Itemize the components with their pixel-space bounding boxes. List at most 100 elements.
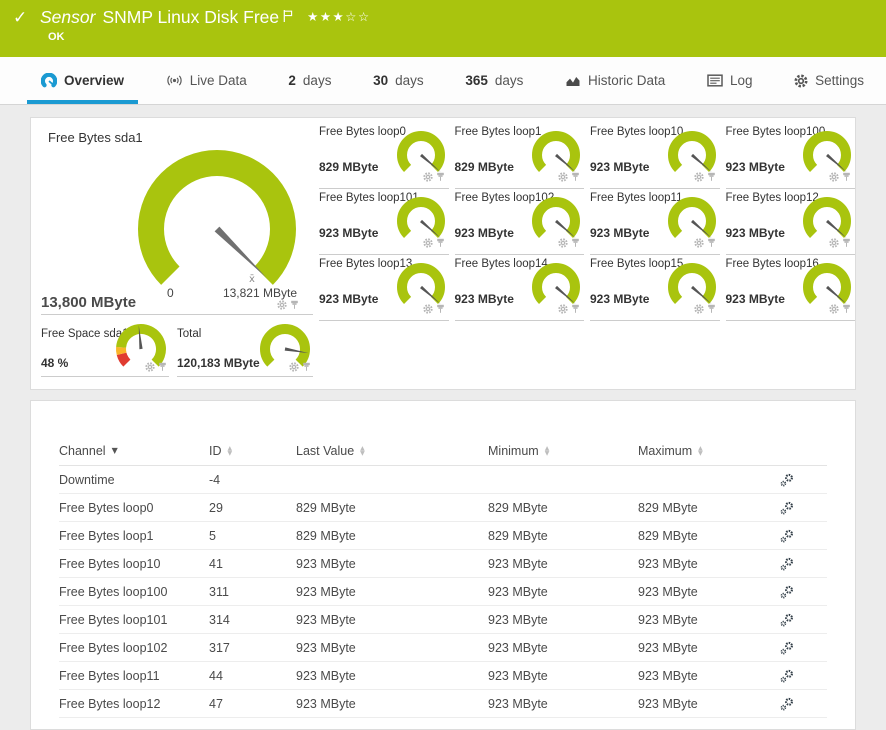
gauge-cell-icons (423, 304, 445, 314)
cell-channel[interactable]: Free Bytes loop100 (59, 585, 209, 599)
gauge-pin-icon[interactable] (436, 238, 445, 248)
sort-desc-icon: ▼ (112, 446, 118, 455)
column-header-channel[interactable]: Channel▼ (59, 444, 209, 458)
gauge-settings-icon[interactable] (289, 362, 299, 372)
channel-row: Free Bytes loop101 314 923 MByte 923 MBy… (59, 606, 827, 634)
primary-gauge-cell: Free Bytes sda1 x̄ 0 13,821 MByte 13,800… (41, 126, 313, 315)
tab-label: days (495, 73, 524, 88)
gauge-settings-icon[interactable] (829, 238, 839, 248)
channel-settings-icon[interactable] (780, 473, 827, 487)
column-label: Last Value (296, 444, 354, 458)
gauge-value: 923 MByte (455, 292, 514, 306)
gauge-pin-icon[interactable] (707, 238, 716, 248)
gauge-pin-icon[interactable] (571, 238, 580, 248)
column-header-minimum[interactable]: Minimum▲▼ (488, 444, 638, 458)
tab-live-data[interactable]: Live Data (152, 57, 261, 104)
gauge-settings-icon[interactable] (558, 238, 568, 248)
tab-log[interactable]: Log (693, 57, 767, 104)
gauge-cell: Free Bytes loop14 923 MByte (455, 255, 585, 321)
gauge-pin-icon[interactable] (436, 172, 445, 182)
gauge-value: 829 MByte (319, 160, 378, 174)
gauge-pin-icon[interactable] (842, 172, 851, 182)
tab-30-days[interactable]: 30days (359, 57, 438, 104)
cell-channel[interactable]: Free Bytes loop101 (59, 613, 209, 627)
priority-stars[interactable]: ★★★☆☆ (307, 9, 371, 24)
cell-id: 317 (209, 641, 296, 655)
column-label: ID (209, 444, 222, 458)
gauge-cell-icons (558, 172, 580, 182)
gauge-pin-icon[interactable] (302, 362, 311, 372)
gauge-cell: Free Space sda1 48 % (41, 328, 169, 377)
gauge-settings-icon[interactable] (829, 172, 839, 182)
gauge-value: 13,800 MByte (41, 294, 136, 311)
status-ok-check-icon: ✓ (13, 8, 27, 28)
cell-channel[interactable]: Free Bytes loop10 (59, 557, 209, 571)
cell-last-value: 923 MByte (296, 557, 488, 571)
tab-settings[interactable]: Settings (780, 57, 878, 104)
gauge-title: Free Bytes sda1 (48, 130, 143, 145)
channel-settings-icon[interactable] (780, 641, 827, 655)
gauge-cell: Free Bytes loop11 923 MByte (590, 189, 720, 255)
cell-last-value: 923 MByte (296, 669, 488, 683)
gauge-pin-icon[interactable] (842, 304, 851, 314)
gauge-value: 923 MByte (319, 292, 378, 306)
gauge-settings-icon[interactable] (558, 304, 568, 314)
gauge-cell-icons (829, 172, 851, 182)
tab-2-days[interactable]: 2days (274, 57, 345, 104)
gauge-settings-icon[interactable] (145, 362, 155, 372)
gauge-pin-icon[interactable] (290, 300, 299, 310)
gauge-pin-icon[interactable] (842, 238, 851, 248)
gauge-settings-icon[interactable] (694, 304, 704, 314)
cell-id: 5 (209, 529, 296, 543)
gauge-settings-icon[interactable] (423, 304, 433, 314)
tab-bar: OverviewLive Data2days30days365daysHisto… (0, 57, 886, 105)
channel-settings-icon[interactable] (780, 697, 827, 711)
channel-settings-icon[interactable] (780, 501, 827, 515)
tab-overview[interactable]: Overview (27, 57, 138, 104)
sensor-title: SNMP Linux Disk Free (102, 7, 279, 28)
sensor-header: ✓ Sensor SNMP Linux Disk Free ★★★☆☆ OK (0, 0, 886, 57)
gauge-pin-icon[interactable] (571, 172, 580, 182)
gauge-settings-icon[interactable] (277, 300, 287, 310)
column-header-last-value[interactable]: Last Value ▲▼ (296, 444, 488, 458)
cell-last-value: 923 MByte (296, 641, 488, 655)
channel-settings-icon[interactable] (780, 557, 827, 571)
gauge-pin-icon[interactable] (158, 362, 167, 372)
gauge-scale-max: 13,821 MByte (223, 286, 297, 300)
gauge-settings-icon[interactable] (423, 172, 433, 182)
gauge-pin-icon[interactable] (707, 172, 716, 182)
gauge-settings-icon[interactable] (829, 304, 839, 314)
channel-settings-icon[interactable] (780, 585, 827, 599)
gauge-settings-icon[interactable] (694, 172, 704, 182)
gauge-pin-icon[interactable] (707, 304, 716, 314)
tab-365-days[interactable]: 365days (451, 57, 537, 104)
channel-row: Free Bytes loop12 47 923 MByte 923 MByte… (59, 690, 827, 718)
gauge-value: 829 MByte (455, 160, 514, 174)
channel-settings-icon[interactable] (780, 529, 827, 543)
tab-number: 30 (373, 73, 388, 88)
gauge-cell: Free Bytes loop102 923 MByte (455, 189, 585, 255)
column-header-maximum[interactable]: Maximum▲▼ (638, 444, 776, 458)
cell-channel[interactable]: Free Bytes loop0 (59, 501, 209, 515)
gauge-cell: Free Bytes loop15 923 MByte (590, 255, 720, 321)
average-marker: x̄ (249, 274, 255, 285)
gauge-pin-icon[interactable] (436, 304, 445, 314)
cell-channel[interactable]: Downtime (59, 473, 209, 487)
gauge-settings-icon[interactable] (423, 238, 433, 248)
gauge-pin-icon[interactable] (571, 304, 580, 314)
flag-icon[interactable] (283, 6, 293, 27)
cell-channel[interactable]: Free Bytes loop102 (59, 641, 209, 655)
sort-both-icon: ▲▼ (360, 446, 365, 456)
gauge-value: 923 MByte (455, 226, 514, 240)
cell-channel[interactable]: Free Bytes loop11 (59, 669, 209, 683)
secondary-gauge-row: Free Space sda1 48 % Total 120,183 MByte (41, 328, 313, 377)
tab-historic-data[interactable]: Historic Data (551, 57, 679, 104)
channel-settings-icon[interactable] (780, 613, 827, 627)
cell-channel[interactable]: Free Bytes loop12 (59, 697, 209, 711)
cell-last-value: 923 MByte (296, 697, 488, 711)
gauge-settings-icon[interactable] (694, 238, 704, 248)
gauge-settings-icon[interactable] (558, 172, 568, 182)
column-header-id[interactable]: ID▲▼ (209, 444, 296, 458)
cell-channel[interactable]: Free Bytes loop1 (59, 529, 209, 543)
channel-settings-icon[interactable] (780, 669, 827, 683)
